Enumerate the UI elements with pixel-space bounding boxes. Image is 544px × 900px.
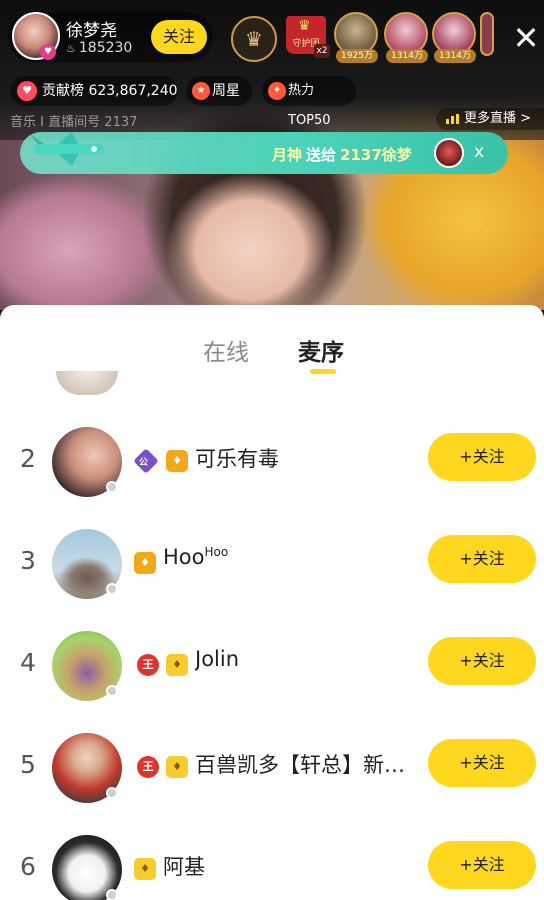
shirt-badge-icon: ♦	[166, 450, 188, 472]
contribution-rank-button[interactable]: ♥ 贡献榜 623,867,240	[10, 76, 178, 106]
room-info: 音乐 I 直播间号 2137	[10, 111, 137, 130]
flame-icon: ♨	[66, 42, 76, 55]
official-badge-icon: 公	[133, 448, 159, 474]
contribution-value: 623,867,240	[88, 83, 178, 99]
hot-label: 热力 TOP50	[288, 83, 331, 128]
tab-mic-queue[interactable]: 麦序	[298, 333, 344, 367]
gift-message: 月神 送给 2137徐梦	[272, 144, 412, 165]
online-status-dot	[106, 481, 118, 493]
tab-online[interactable]: 在线	[203, 333, 249, 367]
queue-rank: 2	[20, 444, 36, 473]
queue-rank: 6	[20, 852, 36, 881]
host-level-icon: ♥	[40, 44, 56, 60]
user-nickname: Jolin	[195, 647, 240, 671]
flame-icon: ✦	[268, 82, 286, 100]
follow-user-button[interactable]: +关注	[428, 535, 536, 583]
guard-multiplier: x2	[314, 44, 330, 58]
viewer-contribution: 1314万	[386, 49, 428, 63]
user-nickname: 百兽凯多【轩总】新…	[195, 753, 405, 777]
gift-receiver: 2137徐梦	[340, 146, 412, 164]
follow-host-button[interactable]: 关注	[151, 20, 207, 54]
king-badge-icon: 王	[137, 654, 159, 676]
user-nickname: 阿基	[163, 855, 205, 879]
user-nickname: 可乐有毒	[195, 447, 279, 471]
room-category: 音乐	[10, 115, 37, 130]
online-status-dot	[106, 583, 118, 595]
room-separator: I	[40, 115, 44, 130]
shirt-badge-icon: ♦	[166, 654, 188, 676]
viewer-contribution: 1925万	[336, 49, 378, 63]
more-live-button[interactable]: 更多直播 >	[436, 108, 544, 130]
queue-row[interactable]: 4 王 ♦ Jolin +关注	[0, 615, 544, 717]
close-icon[interactable]: ✕	[508, 20, 544, 56]
host-fans: ♨ 185230	[66, 40, 132, 56]
gift-action: 送给	[306, 146, 337, 164]
audience-panel: 在线 麦序 2 公 ♦ 可乐有毒 +关注 3 ♦ HooHoo +关注 4 王 …	[0, 305, 544, 900]
queue-rank: 5	[20, 750, 36, 779]
shirt-badge-icon: ♦	[166, 756, 188, 778]
online-status-dot	[106, 787, 118, 799]
signal-bars-icon	[446, 114, 460, 124]
week-star-label: 周星	[212, 83, 240, 99]
user-avatar[interactable]	[56, 371, 118, 395]
week-star-button[interactable]: ★ 周星	[186, 76, 252, 106]
star-icon: ★	[192, 82, 210, 100]
host-name: 徐梦尧	[66, 21, 117, 41]
shirt-badge-icon: ♦	[134, 858, 156, 880]
follow-user-button[interactable]: +关注	[428, 433, 536, 481]
shirt-badge-icon: ♦	[134, 552, 156, 574]
follow-user-button[interactable]: +关注	[428, 637, 536, 685]
contribution-label: 贡献榜	[42, 83, 84, 99]
follow-user-button[interactable]: +关注	[428, 841, 536, 889]
gift-close-icon[interactable]: x	[474, 142, 484, 162]
viewer-contribution: 1314万	[434, 49, 476, 63]
plane-icon	[30, 132, 104, 166]
user-nickname: HooHoo	[163, 545, 229, 569]
mic-link-icon[interactable]: ♛	[231, 16, 277, 62]
queue-row[interactable]: 3 ♦ HooHoo +关注	[0, 513, 544, 615]
host-fans-count: 185230	[78, 40, 133, 56]
active-tab-indicator	[310, 369, 336, 374]
room-id-label: 直播间号	[48, 115, 101, 130]
heart-icon: ♥	[17, 81, 37, 101]
gift-sender: 月神	[272, 146, 303, 164]
queue-row[interactable]: 6 ♦ 阿基 +关注	[0, 819, 544, 900]
crown-icon: ♛	[298, 18, 311, 34]
queue-rank: 3	[20, 546, 36, 575]
king-badge-icon: 王	[137, 756, 159, 778]
queue-rank: 4	[20, 648, 36, 677]
room-id: 2137	[104, 115, 138, 130]
online-status-dot	[106, 685, 118, 697]
gift-icon	[434, 138, 464, 168]
more-live-label: 更多直播 >	[464, 111, 532, 126]
queue-row[interactable]: 5 王 ♦ 百兽凯多【轩总】新… +关注	[0, 717, 544, 819]
top-viewer-avatar[interactable]	[480, 12, 494, 56]
hot-rank-button[interactable]: ✦ 热力 TOP50	[262, 76, 356, 128]
follow-user-button[interactable]: +关注	[428, 739, 536, 787]
queue-row[interactable]: 2 公 ♦ 可乐有毒 +关注	[0, 411, 544, 513]
online-status-dot	[106, 889, 118, 900]
